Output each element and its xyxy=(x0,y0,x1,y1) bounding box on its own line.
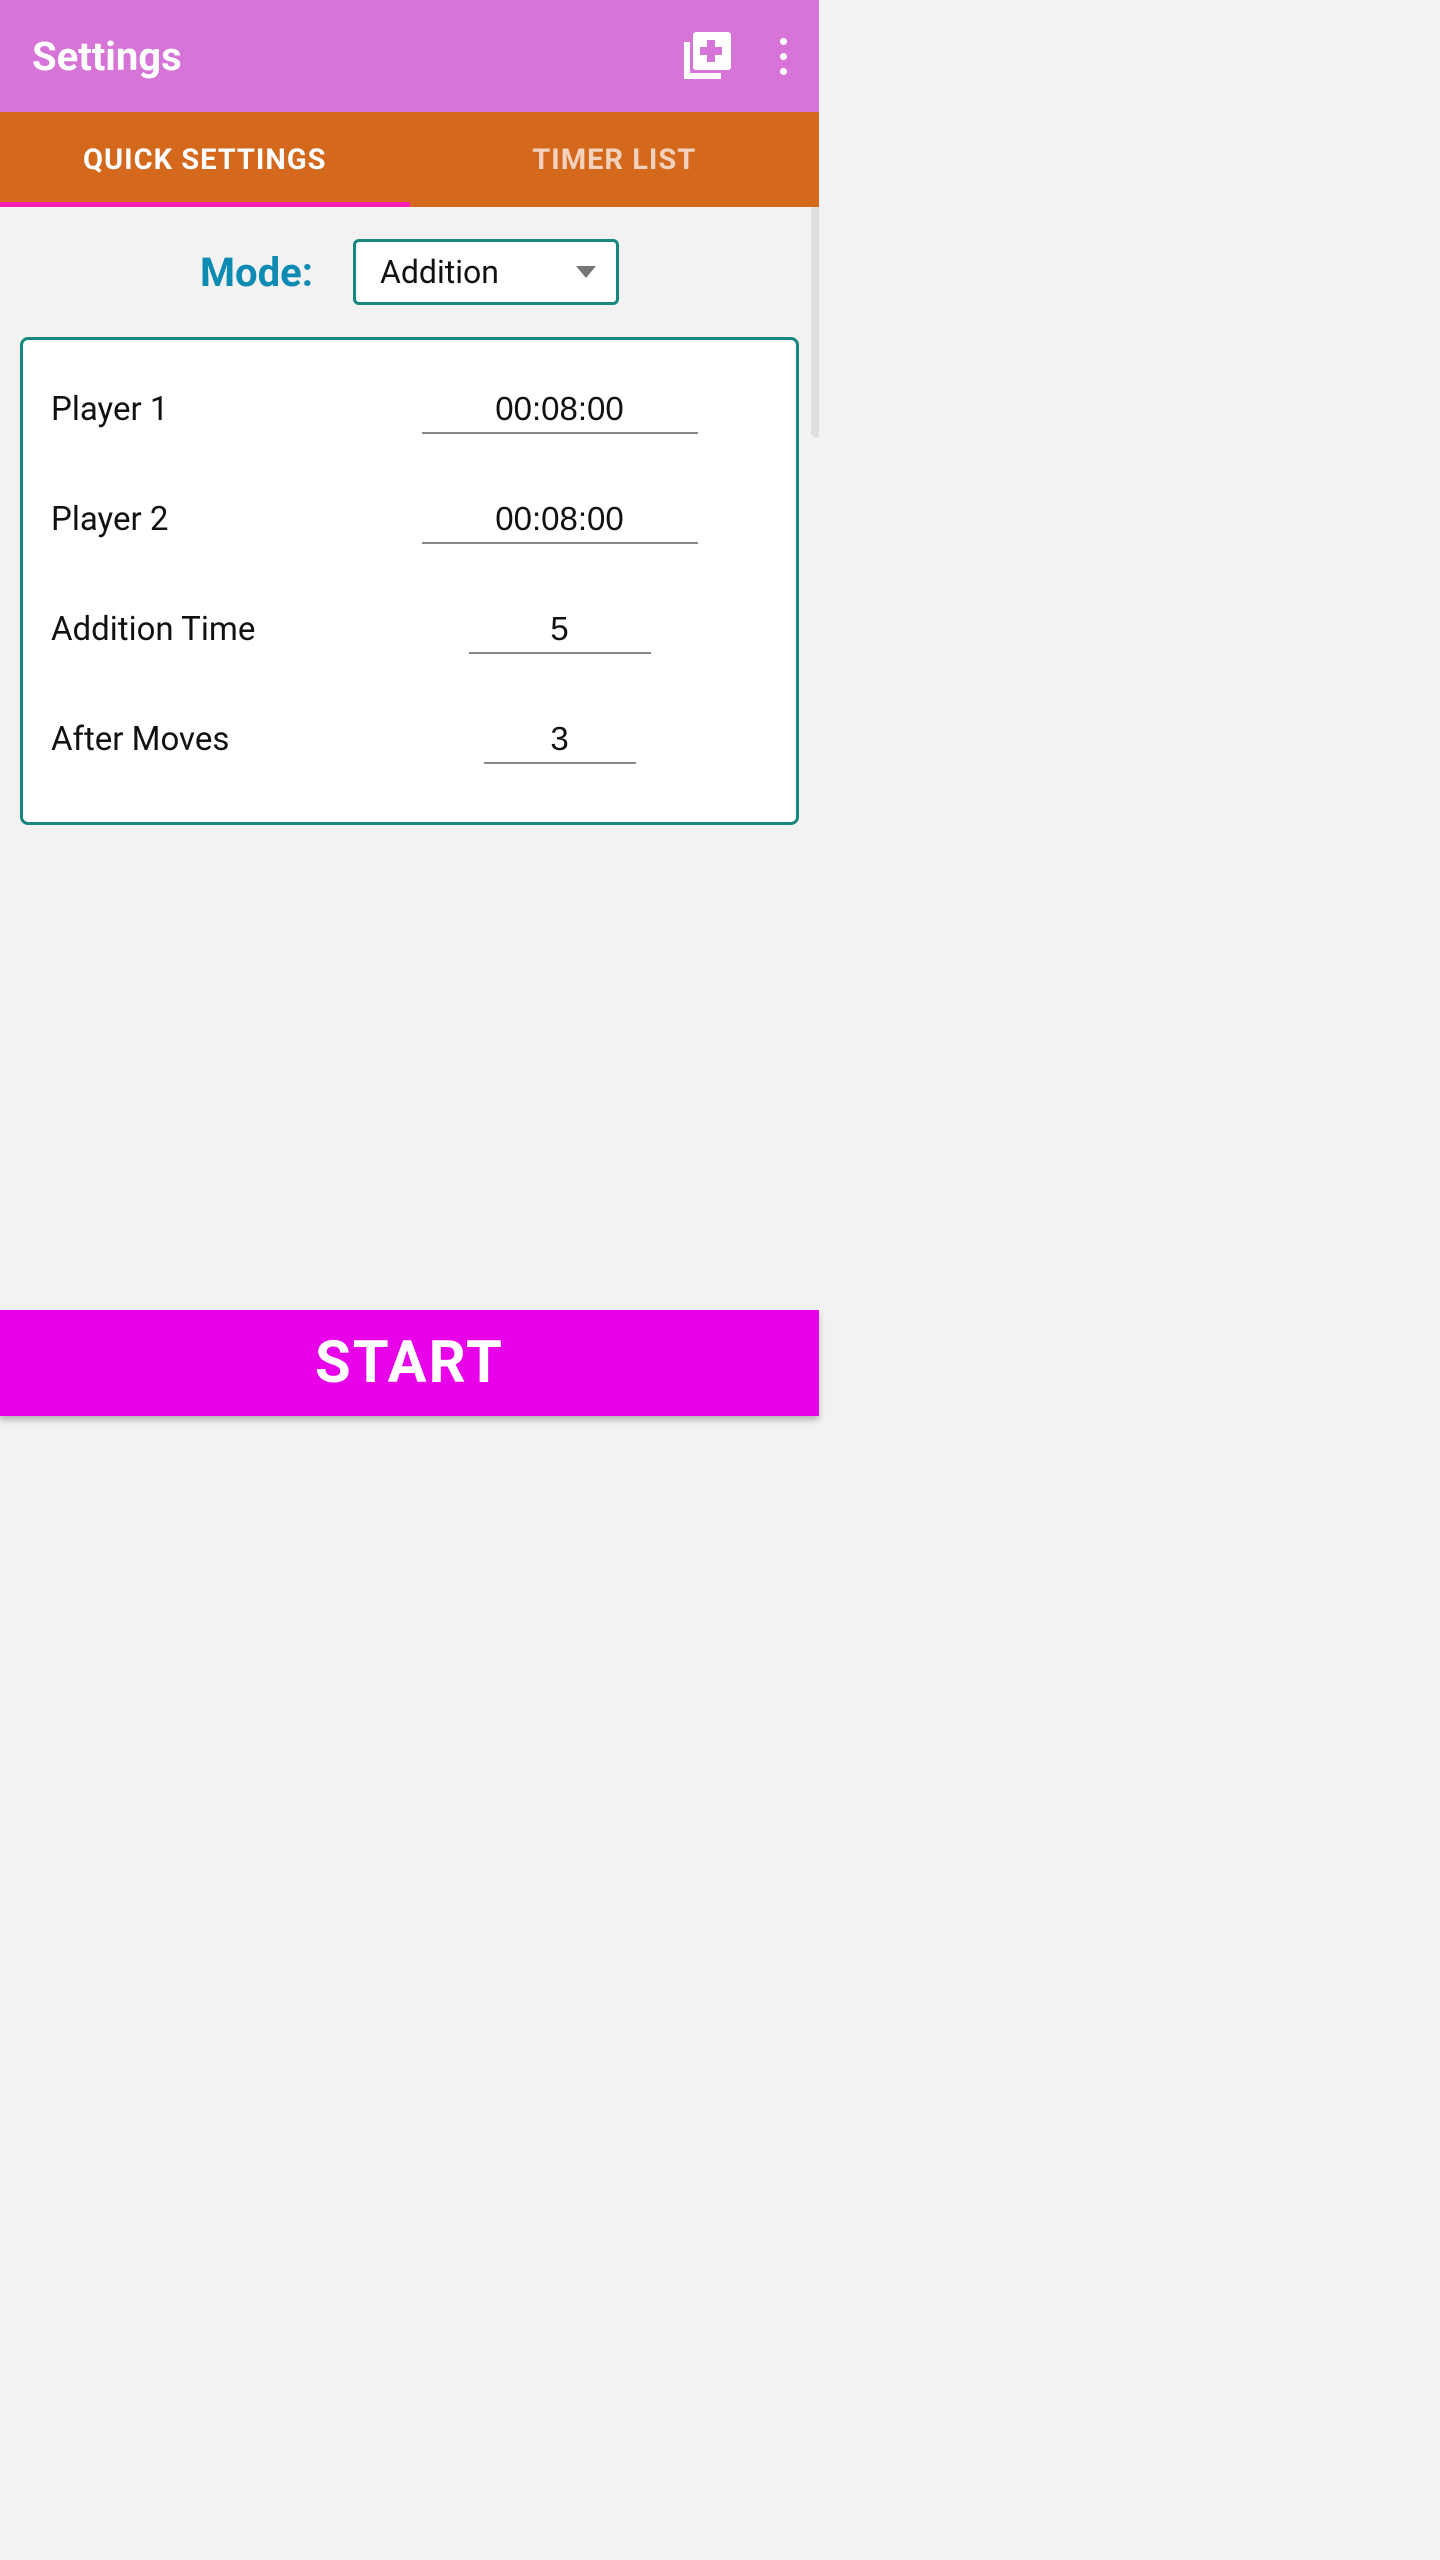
content-area: Mode: Addition Player 1 Player 2 xyxy=(0,207,819,1310)
start-button[interactable]: START xyxy=(0,1310,819,1416)
mode-select[interactable]: Addition xyxy=(353,239,619,305)
addition-time-label: Addition Time xyxy=(51,610,351,649)
start-button-label: START xyxy=(315,1329,504,1397)
player2-label: Player 2 xyxy=(51,500,351,539)
chevron-down-icon xyxy=(576,266,596,278)
tab-label: TIMER LIST xyxy=(532,143,696,177)
player1-time-input[interactable] xyxy=(422,384,698,434)
tab-bar: QUICK SETTINGS TIMER LIST xyxy=(0,112,819,207)
app-bar: Settings xyxy=(0,0,819,112)
add-to-collection-icon xyxy=(679,28,735,84)
after-moves-label: After Moves xyxy=(51,720,351,759)
player2-row: Player 2 xyxy=(51,464,768,574)
after-moves-input[interactable] xyxy=(484,714,636,764)
mode-label: Mode: xyxy=(200,249,313,296)
mode-selected-value: Addition xyxy=(380,253,499,291)
addition-time-row: Addition Time xyxy=(51,574,768,684)
page-title: Settings xyxy=(32,33,679,80)
addition-time-input[interactable] xyxy=(469,604,651,654)
settings-panel: Player 1 Player 2 Addition Time After Mo… xyxy=(20,337,799,825)
player1-row: Player 1 xyxy=(51,354,768,464)
player1-label: Player 1 xyxy=(51,390,351,429)
scrollbar[interactable] xyxy=(811,207,819,437)
overflow-menu-button[interactable] xyxy=(771,28,795,84)
tab-timer-list[interactable]: TIMER LIST xyxy=(410,112,820,207)
mode-row: Mode: Addition xyxy=(20,239,799,305)
app-bar-actions xyxy=(679,28,795,84)
after-moves-row: After Moves xyxy=(51,684,768,794)
tab-quick-settings[interactable]: QUICK SETTINGS xyxy=(0,112,410,207)
player2-time-input[interactable] xyxy=(422,494,698,544)
overflow-menu-icon xyxy=(780,38,787,45)
add-timer-button[interactable] xyxy=(679,28,735,84)
tab-label: QUICK SETTINGS xyxy=(83,143,326,177)
